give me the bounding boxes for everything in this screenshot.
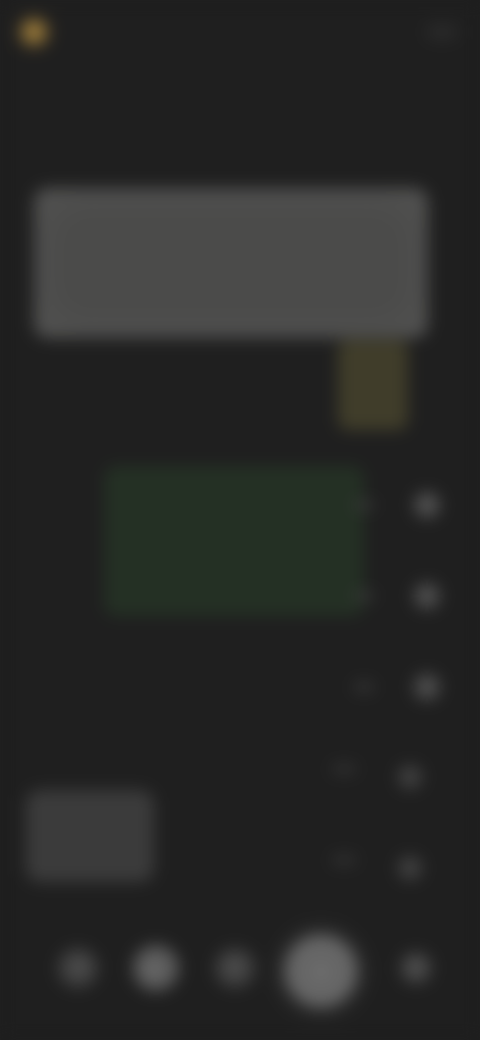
settings-row-2[interactable]: ◐ [60,581,440,611]
back-icon[interactable]: ⟲ [58,948,98,988]
settings-row-label [354,592,374,600]
play-icon[interactable]: ▶ [133,945,179,991]
info-icon: › [414,674,440,700]
hero-title [86,246,346,280]
lower-card[interactable] [26,790,154,882]
top-bar [22,14,458,50]
top-action-button[interactable] [426,24,458,40]
app-logo[interactable] [22,20,56,44]
app-logo-icon [22,20,46,44]
accent-strip [338,340,408,430]
app-screen: ⚙ ◐ › › › ⟲ ▶ ⟳ ● ☰ [0,0,480,1040]
settings-icon: ⚙ [414,492,440,518]
chevron-right-icon[interactable]: › [398,856,422,880]
menu-icon[interactable]: ☰ [400,952,432,984]
playback-controls: ⟲ ▶ ⟳ ● ☰ [40,930,440,1010]
settings-row-1[interactable]: ⚙ [60,490,440,520]
forward-icon[interactable]: ⟳ [215,948,255,988]
chevron-right-icon[interactable]: › [398,765,422,789]
settings-row-label [354,501,374,509]
toggle-icon: ◐ [414,583,440,609]
lower-label-2 [332,856,356,864]
page-subtitle [28,78,198,102]
settings-row-label [354,683,374,691]
settings-row-3[interactable]: › [60,672,440,702]
lower-label-1 [332,765,356,773]
record-icon[interactable]: ● [285,935,357,1007]
